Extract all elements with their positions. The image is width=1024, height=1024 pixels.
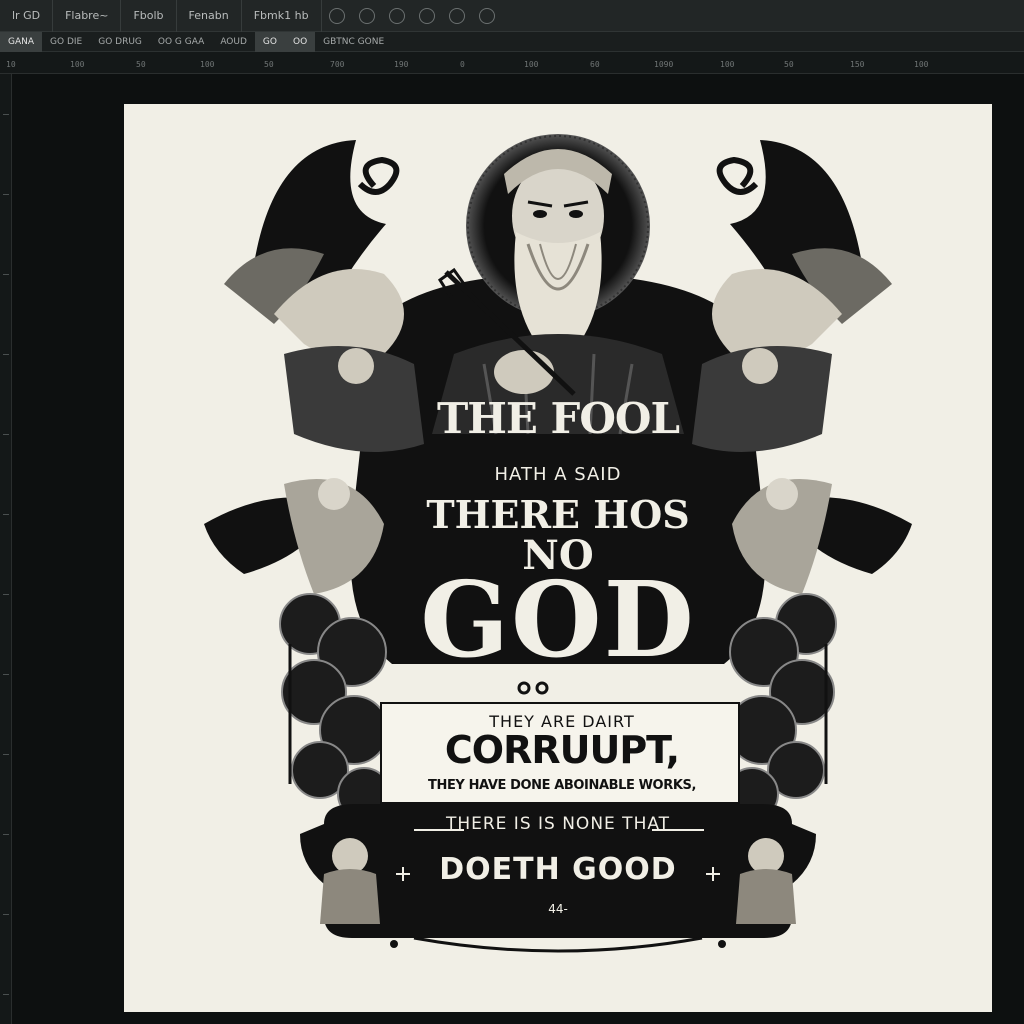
ruler-tick <box>3 194 9 195</box>
ruler-tick <box>3 754 9 755</box>
line-hath-said: HATH A SAID <box>494 464 622 485</box>
ruler-tick-label: 100 <box>70 60 85 69</box>
ruler-tick-label: 60 <box>590 60 600 69</box>
ruler-tick <box>3 674 9 675</box>
ruler-tick-label: 10 <box>6 60 16 69</box>
ruler-tick-label: 1090 <box>654 60 674 69</box>
ruler-tick <box>3 274 9 275</box>
ruler-tick <box>3 834 9 835</box>
line-there: THERE HOS <box>426 492 690 537</box>
horizontal-ruler[interactable]: 10 100 50 100 50 700 190 0 100 60 1090 1… <box>0 52 1024 74</box>
vertical-ruler[interactable] <box>0 74 12 1024</box>
option-chip[interactable]: GO DIE <box>42 32 90 52</box>
circle-toggle-icon[interactable] <box>448 7 465 24</box>
ruler-tick <box>3 114 9 115</box>
menu-item-edit[interactable]: Flabre~ <box>53 0 122 32</box>
circle-toggle-icon[interactable] <box>478 7 495 24</box>
option-chip[interactable]: GO DRUG <box>90 32 150 52</box>
option-chip[interactable]: GBTNC GONE <box>315 32 392 52</box>
menu-item-image[interactable]: Fbolb <box>121 0 177 32</box>
menu-item-layer[interactable]: Fenabn <box>177 0 242 32</box>
option-chip[interactable]: AOUD <box>212 32 255 52</box>
flourish-icon <box>357 156 400 195</box>
title-line-the-fool: THE FOOL <box>436 394 680 443</box>
page-number: 44- <box>548 902 568 916</box>
option-chip[interactable]: OO <box>284 31 316 52</box>
document-canvas[interactable]: THE FOOL HATH A SAID THERE HOS NO GOD TH… <box>124 104 992 1012</box>
ruler-tick-label: 0 <box>460 60 465 69</box>
ruler-tick-label: 50 <box>784 60 794 69</box>
ruler-tick <box>3 594 9 595</box>
options-bar: GANA GO DIE GO DRUG OO G GAA AOUD GO OO … <box>0 31 1024 52</box>
circle-toggle-icon[interactable] <box>358 7 375 24</box>
option-chip[interactable]: GANA <box>0 31 43 52</box>
circle-toggle-icon[interactable] <box>388 7 405 24</box>
ruler-tick-label: 100 <box>720 60 735 69</box>
circle-toggle-icon[interactable] <box>328 7 345 24</box>
menu-bar: lr GD Flabre~ Fbolb Fenabn Fbmk1 hb <box>0 0 1024 32</box>
option-chip[interactable]: GO <box>254 31 285 52</box>
ruler-tick <box>3 354 9 355</box>
ruler-tick-label: 100 <box>914 60 929 69</box>
ruler-tick-label: 700 <box>330 60 345 69</box>
line-doeth-good: DOETH GOOD <box>439 852 677 887</box>
ruler-tick-label: 100 <box>524 60 539 69</box>
ruler-tick <box>3 434 9 435</box>
corrupt-panel: THEY ARE DAIRT CORRUUPT, THEY HAVE DONE … <box>380 702 740 804</box>
line-god: GOD <box>420 558 696 681</box>
ruler-tick <box>3 914 9 915</box>
flourish-icon <box>716 156 759 195</box>
ruler-tick-label: 50 <box>264 60 274 69</box>
line-none-that: THERE IS IS NONE THAT <box>445 814 671 834</box>
circle-toggle-icon[interactable] <box>418 7 435 24</box>
menu-item-select[interactable]: Fbmk1 hb <box>242 0 322 32</box>
ruler-tick-label: 150 <box>850 60 865 69</box>
ruler-tick <box>3 994 9 995</box>
option-chip[interactable]: OO G GAA <box>150 32 212 52</box>
panel-big-text: CORRUUPT, <box>444 728 680 772</box>
ruler-tick-label: 50 <box>136 60 146 69</box>
ruler-tick-label: 100 <box>200 60 215 69</box>
panel-works-text: THEY HAVE DONE ABOINABLE WORKS, <box>428 778 696 793</box>
ruler-tick-label: 190 <box>394 60 409 69</box>
ruler-tick <box>3 514 9 515</box>
menu-item-file[interactable]: lr GD <box>0 0 54 32</box>
